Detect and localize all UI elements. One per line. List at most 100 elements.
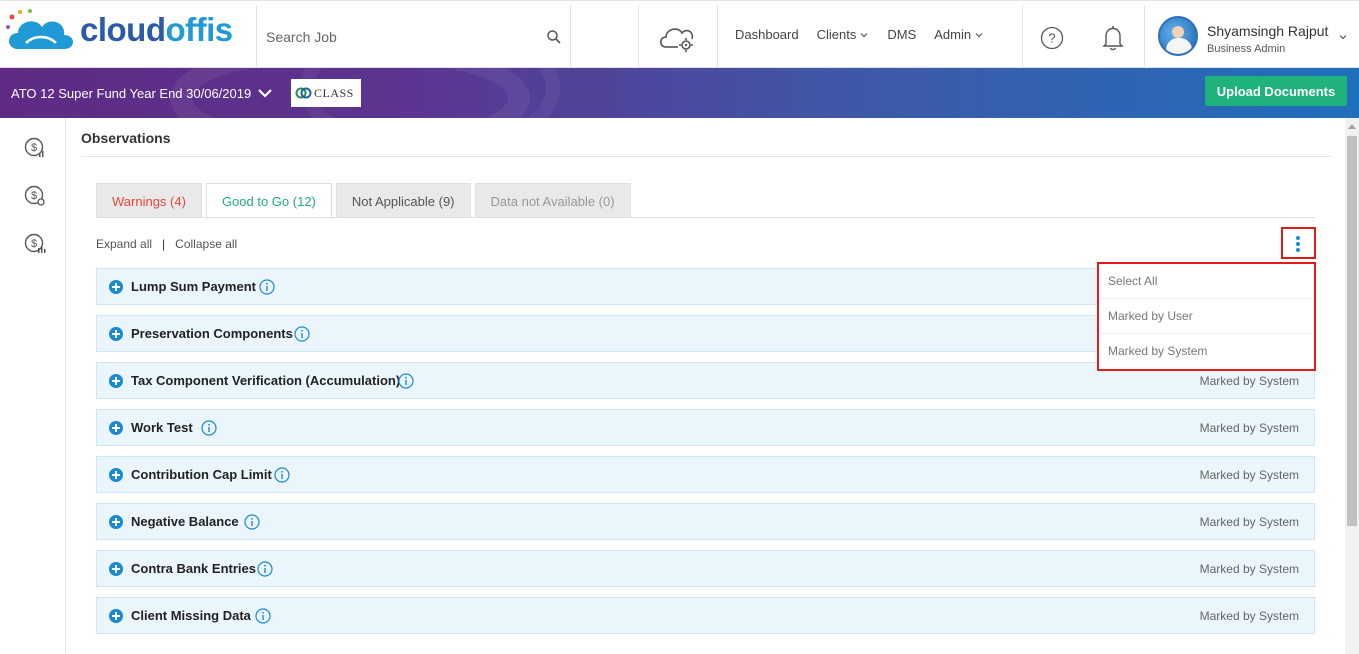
menu-item-marked-by-system[interactable]: Marked by System	[1101, 334, 1312, 369]
tab-good-to-go[interactable]: Good to Go (12)	[205, 183, 332, 219]
info-icon[interactable]	[274, 467, 290, 483]
nav-label: DMS	[887, 27, 917, 42]
tab-data-not-available[interactable]: Data not Available (0)	[474, 183, 631, 218]
more-options-button[interactable]	[1281, 227, 1316, 259]
menu-item-marked-by-user[interactable]: Marked by User	[1101, 299, 1312, 334]
chevron-down-icon	[860, 32, 868, 37]
list-item[interactable]: Negative Balance Marked by System	[96, 503, 1315, 540]
expand-plus-icon[interactable]	[109, 515, 123, 529]
list-item[interactable]: Contra Bank Entries Marked by System	[96, 550, 1315, 587]
tab-not-applicable[interactable]: Not Applicable (9)	[335, 183, 471, 218]
chevron-down-icon	[975, 32, 983, 37]
cloud-settings-icon[interactable]	[658, 23, 698, 53]
list-item[interactable]: Work Test Marked by System	[96, 409, 1315, 446]
info-icon[interactable]	[255, 608, 271, 624]
dollar-chart-icon[interactable]: $	[24, 137, 46, 159]
info-icon[interactable]	[259, 279, 275, 295]
info-icon[interactable]	[201, 420, 217, 436]
row-label: Negative Balance	[131, 514, 239, 529]
list-item[interactable]: Client Missing Data Marked by System	[96, 597, 1315, 634]
main-nav: Dashboard Clients DMS Admin	[735, 27, 1002, 42]
expand-plus-icon[interactable]	[109, 562, 123, 576]
expand-plus-icon[interactable]	[109, 327, 123, 341]
scroll-up-arrow[interactable]	[1348, 124, 1356, 129]
svg-text:?: ?	[1048, 31, 1055, 46]
user-role: Business Admin	[1207, 43, 1286, 55]
options-dropdown-menu: Select All Marked by User Marked by Syst…	[1097, 262, 1316, 371]
divider	[96, 217, 1315, 218]
expand-plus-icon[interactable]	[109, 280, 123, 294]
kebab-dot	[1296, 236, 1300, 240]
row-status: Marked by System	[1199, 515, 1299, 529]
expand-all-link[interactable]: Expand all	[96, 237, 152, 251]
menu-item-select-all[interactable]: Select All	[1101, 264, 1312, 299]
kebab-dot	[1296, 248, 1300, 252]
row-label: Tax Component Verification (Accumulation…	[131, 373, 401, 388]
row-label: Lump Sum Payment	[131, 279, 256, 294]
nav-admin[interactable]: Admin	[934, 27, 984, 42]
observation-tabs: Warnings (4) Good to Go (12) Not Applica…	[96, 183, 635, 219]
collapse-all-link[interactable]: Collapse all	[175, 237, 237, 251]
vertical-scrollbar[interactable]	[1345, 118, 1359, 654]
top-header: cloudoffis Dashboard Clients	[0, 0, 1359, 69]
nav-label: Clients	[816, 27, 857, 42]
row-status: Marked by System	[1199, 609, 1299, 623]
job-title[interactable]: ATO 12 Super Fund Year End 30/06/2019	[11, 86, 251, 101]
row-status: Marked by System	[1199, 468, 1299, 482]
nav-dashboard[interactable]: Dashboard	[735, 27, 799, 42]
row-label: Work Test	[131, 420, 193, 435]
user-name[interactable]: Shyamsingh Rajput	[1207, 23, 1328, 39]
cloud-logo-icon	[6, 9, 73, 49]
header-divider	[570, 5, 571, 69]
info-icon[interactable]	[257, 561, 273, 577]
list-item[interactable]: Contribution Cap Limit Marked by System	[96, 456, 1315, 493]
nav-clients[interactable]: Clients	[817, 27, 870, 42]
upload-documents-button[interactable]: Upload Documents	[1205, 76, 1347, 106]
nav-label: Admin	[934, 27, 972, 42]
header-divider	[1144, 5, 1145, 69]
page-title: Observations	[81, 130, 171, 146]
divider	[81, 156, 1331, 157]
chevron-down-icon[interactable]	[1338, 32, 1348, 42]
kebab-dot	[1296, 242, 1300, 246]
expand-plus-icon[interactable]	[109, 374, 123, 388]
expand-plus-icon[interactable]	[109, 421, 123, 435]
tab-warnings[interactable]: Warnings (4)	[96, 183, 202, 218]
dollar-report-icon[interactable]: $	[24, 233, 46, 255]
dollar-gear-icon[interactable]: $	[24, 185, 46, 207]
avatar-face	[1172, 26, 1184, 38]
avatar-body	[1166, 38, 1192, 54]
svg-text:$: $	[31, 238, 37, 250]
search-icon[interactable]	[546, 29, 562, 45]
expand-plus-icon[interactable]	[109, 609, 123, 623]
left-sidebar: $ $ $	[0, 118, 66, 654]
row-label: Client Missing Data	[131, 608, 251, 623]
info-icon[interactable]	[398, 373, 414, 389]
search-box[interactable]	[256, 5, 570, 69]
chevron-down-icon[interactable]	[257, 87, 273, 99]
help-icon[interactable]: ?	[1040, 26, 1064, 50]
brand-wordmark: cloudoffis	[80, 11, 233, 48]
header-divider	[638, 5, 639, 69]
svg-text:$: $	[31, 190, 37, 202]
info-icon[interactable]	[244, 514, 260, 530]
avatar[interactable]	[1158, 16, 1198, 56]
row-status: Marked by System	[1199, 562, 1299, 576]
job-banner: ATO 12 Super Fund Year End 30/06/2019 CL…	[0, 68, 1359, 118]
row-label: Contribution Cap Limit	[131, 467, 272, 482]
svg-text:$: $	[31, 142, 37, 154]
nav-label: Dashboard	[735, 27, 799, 42]
search-input[interactable]	[266, 25, 536, 49]
row-status: Marked by System	[1199, 374, 1299, 388]
brand-logo[interactable]: cloudoffis	[4, 5, 254, 61]
header-divider	[1022, 5, 1023, 69]
nav-dms[interactable]: DMS	[887, 27, 916, 42]
scrollbar-thumb[interactable]	[1347, 136, 1357, 526]
row-label: Preservation Components	[131, 326, 293, 341]
row-status: Marked by System	[1199, 421, 1299, 435]
expand-plus-icon[interactable]	[109, 468, 123, 482]
info-icon[interactable]	[294, 326, 310, 342]
expand-collapse-controls: Expand all | Collapse all	[96, 237, 237, 251]
bell-icon[interactable]	[1102, 25, 1124, 51]
row-label: Contra Bank Entries	[131, 561, 256, 576]
